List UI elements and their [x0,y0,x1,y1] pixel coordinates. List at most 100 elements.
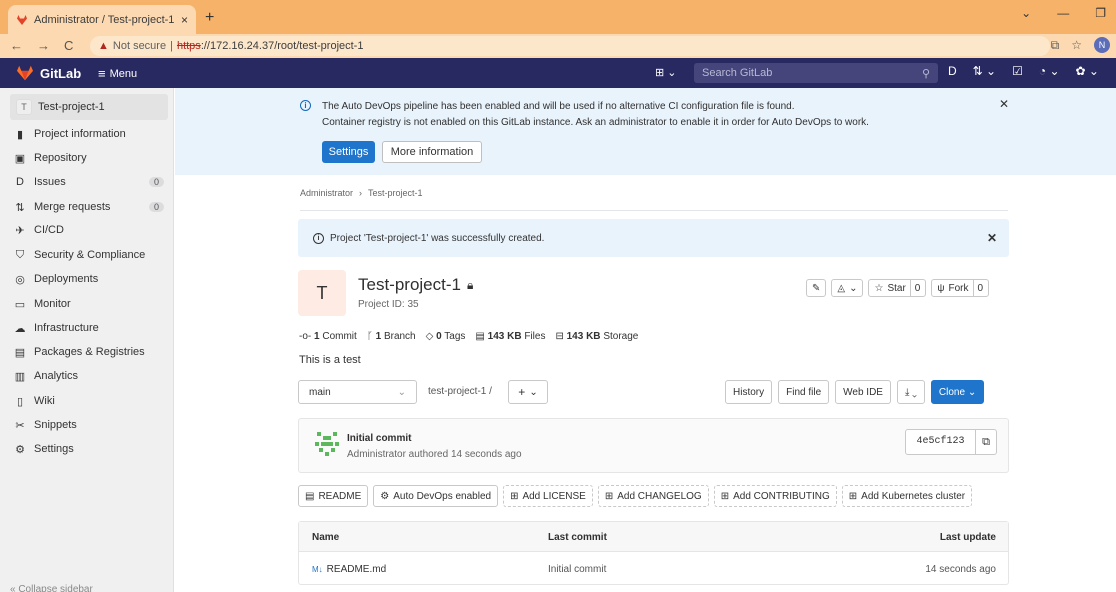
commit-meta: Administrator authored 14 seconds ago [347,449,522,460]
file-last-commit[interactable]: Initial commit [548,564,606,575]
sidebar-item-snippets[interactable]: ✂ Snippets [14,416,164,434]
todos-icon[interactable]: ☑ [1012,64,1023,78]
branch-name: main [309,386,331,398]
breadcrumb-separator: › [359,188,363,198]
project-shortcut-buttons: ▤ README ⚙ Auto DevOps enabled ⊞ Add LICENS… [298,485,973,507]
sidebar-item-project-information[interactable]: ▮ Project information [14,125,164,143]
menu-button[interactable]: ≡ Menu [98,66,137,81]
add-kubernetes-button[interactable]: ⊞ Add Kubernetes cluster [841,485,973,507]
new-tab-button[interactable]: + [205,9,214,27]
add-contributing-button[interactable]: ⊞ Add CONTRIBUTING [713,485,837,507]
bookmark-star-icon[interactable]: ☆ [1071,38,1082,52]
last-commit-box [298,418,1009,473]
merge-requests-count-badge: 0 [148,202,164,212]
fork-button[interactable]: ψ Fork 0 [931,279,990,297]
star-button[interactable]: ☆ Star 0 [868,279,927,297]
alert-info-icon: i [313,233,324,244]
sidebar-item-label: Wiki [34,395,55,407]
sidebar-item-security[interactable]: ⛉ Security & Compliance [14,246,164,264]
sidebar-item-deployments[interactable]: ◎ Deployments [14,270,164,288]
breadcrumb-root[interactable]: Administrator [300,188,353,198]
sidebar-item-issues[interactable]: D Issues 0 [14,173,164,191]
minimize-icon[interactable]: — [1057,6,1069,20]
sidebar-item-infrastructure[interactable]: ☁ Infrastructure [14,319,164,337]
files-table-header [299,522,1008,552]
merge-requests-top-icon[interactable]: ⇅ ⌄ [973,64,996,78]
auto-devops-button[interactable]: ⚙ Auto DevOps enabled [373,485,499,507]
tags-stat[interactable]: ◇ 0 Tags [426,331,466,342]
file-name[interactable]: README.md [327,564,386,575]
gitlab-logo[interactable]: GitLab [16,65,81,81]
info-circle-icon: i [300,100,311,111]
files-stat[interactable]: ▤ 143 KB Files [475,331,545,342]
sidebar-item-packages[interactable]: ▤ Packages & Registries [14,343,164,361]
alert-close-icon[interactable]: ✕ [987,231,997,245]
tab-close-icon[interactable]: × [181,13,188,27]
sidebar-item-repository[interactable]: ▣ Repository [14,149,164,167]
sidebar-item-merge-requests[interactable]: ⇅ Merge requests 0 [14,198,164,216]
reload-icon[interactable]: C [64,38,73,53]
deployments-icon: ◎ [15,273,25,286]
branch-selector[interactable]: main ⌄ [298,380,417,404]
settings-wrench-button[interactable]: ✎ [806,279,827,297]
web-ide-button[interactable]: Web IDE [835,380,891,404]
commits-stat[interactable]: -o- 1 Commit [299,331,357,342]
sidebar-item-analytics[interactable]: ▥ Analytics [14,367,164,385]
add-changelog-button[interactable]: ⊞ Add CHANGELOG [597,485,709,507]
sidebar-item-monitor[interactable]: ▭ Monitor [14,295,164,313]
scissors-icon: ✂ [15,419,25,432]
copy-icon[interactable]: ⧉ [976,436,996,449]
commit-title[interactable]: Initial commit [347,433,411,444]
sidebar-project-header[interactable]: T Test-project-1 [10,94,168,120]
warning-icon: ▲ [98,40,109,52]
add-license-button[interactable]: ⊞ Add LICENSE [503,485,593,507]
table-row[interactable]: M↓ README.md [312,564,386,575]
sidebar-item-settings[interactable]: ⚙ Settings [14,440,164,458]
url-bar[interactable]: ▲ Not secure | https://172.16.24.37/root… [90,36,1050,56]
banner-close-icon[interactable]: ✕ [999,97,1009,111]
add-to-tree-dropdown[interactable]: + ⌄ [508,380,548,404]
issues-top-icon[interactable]: D [948,64,957,78]
browser-tab[interactable]: Administrator / Test-project-1 · G × [8,5,196,34]
new-dropdown-button[interactable]: ⊞ ⌄ [655,66,677,79]
download-icon: ⤓ ⌄ [904,386,917,398]
maximize-icon[interactable]: ❐ [1095,6,1106,20]
forward-icon[interactable]: → [37,38,50,53]
banner-settings-button[interactable]: Settings [322,141,375,163]
search-input[interactable]: Search GitLab ⚲ [694,63,938,83]
sidebar-project-avatar: T [16,99,32,115]
help-icon[interactable]: ◔ ⌄ [1039,64,1060,78]
plus-square-icon: ⊞ [604,490,614,502]
notifications-dropdown[interactable]: ◬ ⌄ [831,279,864,297]
readme-button[interactable]: ▤ README [298,485,369,507]
tab-search-icon[interactable]: ⌄ [1021,6,1031,20]
commit-sha[interactable]: 4e5cf123 [906,430,976,454]
find-file-button[interactable]: Find file [778,380,830,404]
repo-path[interactable]: test-project-1 / [428,386,492,397]
sidebar-project-name: Test-project-1 [38,101,105,113]
storage-icon: ⊟ [555,331,564,342]
star-icon: ☆ [874,282,884,294]
back-icon[interactable]: ← [10,38,23,53]
storage-stat[interactable]: ⊟ 143 KB Storage [555,331,638,342]
profile-avatar[interactable]: N [1094,37,1110,53]
sidebar-item-label: Monitor [34,298,71,310]
project-avatar: T [298,270,346,316]
collapse-sidebar-button[interactable]: « Collapse sidebar [10,584,93,592]
download-dropdown[interactable]: ⤓ ⌄ [896,380,925,404]
identicon-avatar[interactable] [313,430,341,458]
browser-tab-title: Administrator / Test-project-1 · G [34,13,175,26]
share-icon[interactable]: ⧉ [1051,38,1060,53]
branch-icon: ᚴ [366,331,373,342]
user-avatar-icon[interactable]: ✿ ⌄ [1076,64,1099,78]
browser-nav: ← → C [10,38,73,53]
gear-icon: ⚙ [380,490,390,502]
issues-icon: D [16,176,24,188]
breadcrumb-current[interactable]: Test-project-1 [368,188,423,198]
history-button[interactable]: History [725,380,773,404]
sidebar-item-ci-cd[interactable]: ✈ CI/CD [14,221,164,239]
sidebar-item-wiki[interactable]: ▯ Wiki [14,392,164,410]
branches-stat[interactable]: ᚴ 1 Branch [367,331,416,342]
clone-dropdown[interactable]: Clone ⌄ [930,380,985,404]
more-information-button[interactable]: More information [382,141,482,163]
